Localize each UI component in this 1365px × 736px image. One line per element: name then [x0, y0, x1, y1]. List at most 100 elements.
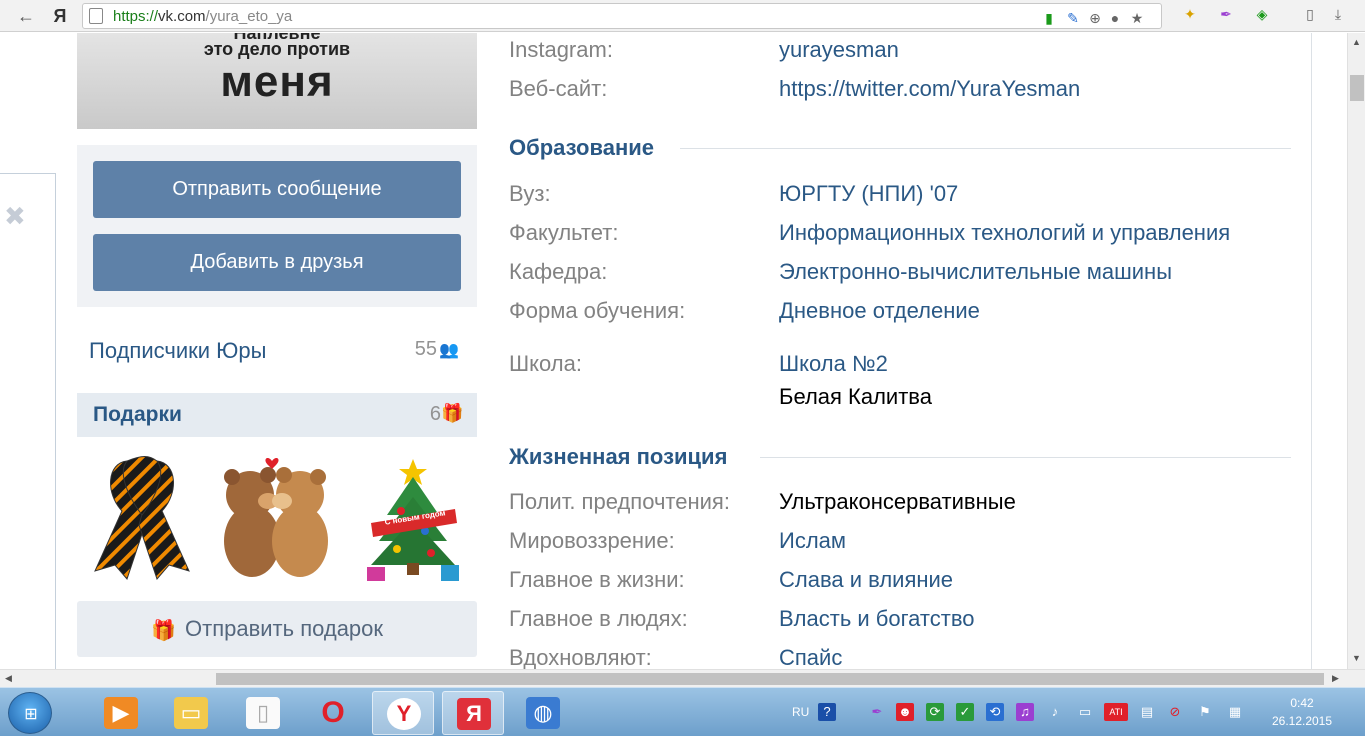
taskbar-app-opera[interactable]: O	[302, 691, 364, 735]
info-key: Главное в людях:	[509, 606, 688, 631]
send-message-button[interactable]: Отправить сообщение	[93, 161, 461, 218]
language-indicator[interactable]: RU	[792, 705, 809, 719]
address-bar[interactable]: https://vk.com/yura_eto_ya ▮ ✎ ⊕ ● ★	[82, 3, 1162, 29]
send-gift-button[interactable]: 🎁 Отправить подарок	[77, 601, 477, 657]
avatar[interactable]: Наплевне это дело против меня	[77, 33, 477, 129]
scrollbar-thumb[interactable]	[1350, 75, 1364, 101]
divider	[0, 173, 56, 174]
vertical-scrollbar[interactable]: ▲ ▼	[1347, 33, 1365, 669]
university-link[interactable]: ЮРГТУ (НПИ) '07	[779, 181, 958, 207]
volume-icon[interactable]: ♪	[1046, 703, 1064, 721]
followers-count: 55	[414, 338, 437, 360]
tree-gift[interactable]: С новым годом	[357, 453, 467, 583]
check-icon[interactable]: ✓	[956, 703, 974, 721]
divider	[680, 148, 1291, 149]
scroll-right-icon[interactable]: ▶	[1332, 673, 1339, 684]
taskbar-app-yandex[interactable]: Я	[442, 691, 504, 735]
url-path: /yura_eto_ya	[205, 8, 293, 25]
lock-icon[interactable]: ▮	[1041, 10, 1057, 26]
horizontal-scrollbar[interactable]: ◀ ▶	[0, 669, 1365, 687]
clock-date: 26.12.2015	[1271, 714, 1333, 728]
device-icon[interactable]: ▤	[1138, 703, 1156, 721]
taskbar-app-media-player[interactable]: ▶	[90, 691, 152, 735]
info-key: Главное в жизни:	[509, 567, 685, 592]
pen-icon[interactable]: ✎	[1065, 10, 1081, 26]
main-in-people-link[interactable]: Власть и богатство	[779, 606, 975, 632]
department-link[interactable]: Электронно-вычислительные машины	[779, 259, 1172, 285]
yandex-browser-icon: Y	[387, 698, 421, 730]
section-title-life-position: Жизненная позиция	[509, 444, 728, 469]
website-link[interactable]: https://twitter.com/YuraYesman	[779, 76, 1080, 102]
info-key: Факультет:	[509, 220, 619, 245]
info-key: Вуз:	[509, 181, 551, 206]
no-sound-icon[interactable]: ⊘	[1166, 703, 1184, 721]
help-icon[interactable]: ?	[818, 703, 836, 721]
taskbar: ⊞ ▶ ▭ ▯ O Y Я ◍ RU ? ✒ ☻ ⟳ ✓ ⟲ ♫ ♪ ▭ ATI…	[0, 687, 1365, 736]
clock[interactable]: 0:42 26.12.2015	[1262, 694, 1342, 730]
info-key: Школа:	[509, 351, 582, 376]
bears-gift[interactable]	[210, 453, 328, 583]
scrollbar-thumb[interactable]	[216, 673, 1324, 685]
antivirus-icon[interactable]: ☻	[896, 703, 914, 721]
gifts-label: Подарки	[93, 403, 182, 426]
divider	[760, 457, 1291, 458]
bulb-icon[interactable]: ●	[1107, 10, 1123, 26]
info-key: Мировоззрение:	[509, 528, 675, 553]
start-button[interactable]: ⊞	[8, 692, 52, 734]
inspirations-link[interactable]: Спайс	[779, 645, 842, 669]
sync-icon[interactable]: ⟳	[926, 703, 944, 721]
followers-link[interactable]: Подписчики Юры 55 👥	[77, 325, 477, 375]
download-icon[interactable]: ⤓	[1330, 6, 1346, 22]
page-icon	[89, 8, 103, 24]
info-key: Вдохновляют:	[509, 645, 652, 669]
yandex-logo-icon[interactable]: Я	[48, 4, 72, 28]
translate-icon[interactable]: ✦	[1182, 6, 1198, 22]
monitor-icon[interactable]: ▭	[1076, 703, 1094, 721]
taskbar-app-notepad[interactable]: ▯	[232, 691, 294, 735]
shield-icon[interactable]: ◈	[1254, 6, 1270, 22]
ati-icon[interactable]: ATI	[1104, 703, 1128, 721]
school-link[interactable]: Школа №2	[779, 351, 888, 377]
add-friend-button[interactable]: Добавить в друзья	[93, 234, 461, 291]
feather-tray-icon[interactable]: ✒	[868, 703, 886, 721]
avatar-text: меня	[220, 57, 334, 106]
zoom-icon[interactable]: ⊕	[1087, 10, 1103, 26]
taskbar-app-network[interactable]: ◍	[512, 691, 574, 735]
app-tray-icon[interactable]: ♫	[1016, 703, 1034, 721]
flag-icon[interactable]: ⚑	[1196, 703, 1214, 721]
clock-time: 0:42	[1290, 696, 1314, 710]
yandex-icon: Я	[457, 698, 491, 730]
scroll-left-icon[interactable]: ◀	[5, 673, 12, 684]
send-gift-label: Отправить подарок	[185, 616, 384, 641]
back-icon[interactable]: ←	[14, 4, 38, 28]
close-icon[interactable]: ✖	[4, 201, 26, 232]
feather-icon[interactable]: ✒	[1218, 6, 1234, 22]
page-icon[interactable]: ▯	[1302, 6, 1318, 22]
followers-label: Подписчики Юры	[89, 338, 267, 363]
gifts-header[interactable]: Подарки 6 🎁	[77, 393, 477, 437]
info-key: Кафедра:	[509, 259, 608, 284]
gift-icon: 🎁	[441, 403, 464, 423]
faculty-link[interactable]: Информационных технологий и управления	[779, 220, 1230, 246]
study-form-link[interactable]: Дневное отделение	[779, 298, 980, 324]
network-icon[interactable]: ▦	[1226, 703, 1244, 721]
taskbar-app-explorer[interactable]: ▭	[160, 691, 222, 735]
scroll-up-icon[interactable]: ▲	[1352, 37, 1361, 47]
notepad-icon: ▯	[246, 697, 280, 729]
info-key: Instagram:	[509, 37, 613, 62]
politics-value: Ультраконсервативные	[779, 489, 1016, 514]
followers-icon: 👥	[439, 342, 459, 359]
instagram-link[interactable]: yurayesman	[779, 37, 899, 63]
url-host: vk.com	[158, 8, 206, 25]
url-text[interactable]: https://vk.com/yura_eto_ya	[113, 8, 292, 25]
star-icon[interactable]: ★	[1129, 10, 1145, 26]
worldview-link[interactable]: Ислам	[779, 528, 846, 554]
info-key: Форма обучения:	[509, 298, 686, 323]
info-key: Полит. предпочтения:	[509, 489, 730, 514]
info-key: Веб-сайт:	[509, 76, 608, 101]
ribbon-gift[interactable]	[87, 453, 197, 583]
update-icon[interactable]: ⟲	[986, 703, 1004, 721]
main-in-life-link[interactable]: Слава и влияние	[779, 567, 953, 593]
taskbar-app-yandex-browser[interactable]: Y	[372, 691, 434, 735]
scroll-down-icon[interactable]: ▼	[1352, 653, 1361, 663]
